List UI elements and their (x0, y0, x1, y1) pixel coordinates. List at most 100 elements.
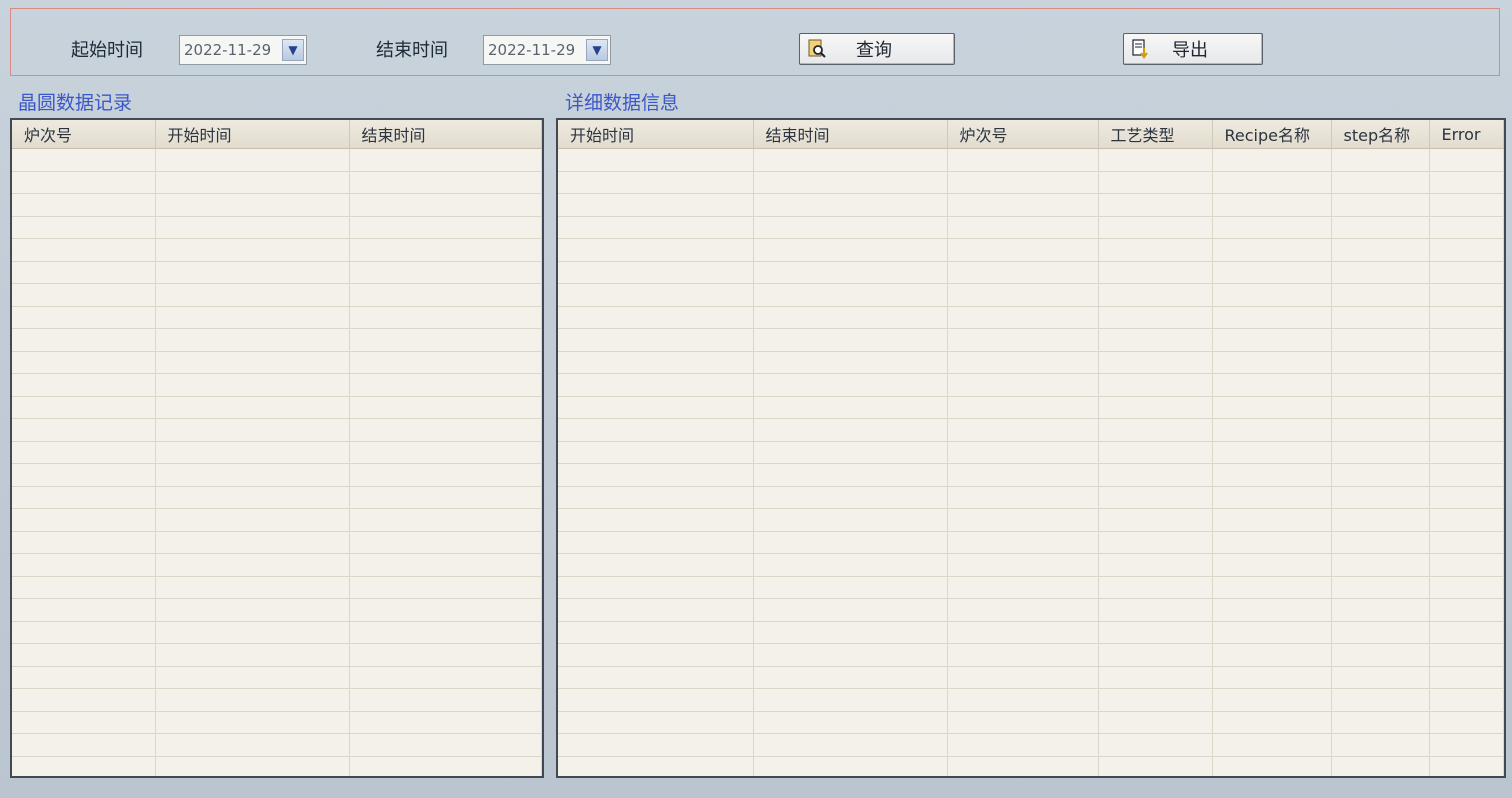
column-header-recipe-name[interactable]: Recipe名称 (1212, 120, 1332, 149)
table-cell[interactable] (1212, 553, 1332, 577)
table-cell[interactable] (12, 666, 156, 689)
table-cell[interactable] (1429, 756, 1504, 776)
table-row[interactable] (12, 261, 542, 284)
table-row[interactable] (12, 148, 542, 172)
table-cell[interactable] (12, 306, 156, 329)
table-cell[interactable] (155, 688, 350, 712)
table-cell[interactable] (349, 576, 542, 599)
table-cell[interactable] (1331, 306, 1430, 329)
table-cell[interactable] (1212, 328, 1332, 352)
table-cell[interactable] (349, 733, 542, 757)
table-row[interactable] (558, 486, 1504, 509)
table-cell[interactable] (753, 666, 948, 689)
table-cell[interactable] (947, 238, 1099, 262)
table-cell[interactable] (349, 171, 542, 194)
table-cell[interactable] (1331, 396, 1430, 419)
table-cell[interactable] (1331, 148, 1430, 172)
table-row[interactable] (12, 216, 542, 239)
table-cell[interactable] (1429, 711, 1504, 734)
table-row[interactable] (558, 463, 1504, 487)
table-row[interactable] (558, 216, 1504, 239)
table-cell[interactable] (155, 576, 350, 599)
table-cell[interactable] (12, 553, 156, 577)
table-cell[interactable] (947, 193, 1099, 217)
table-cell[interactable] (1098, 531, 1213, 554)
table-cell[interactable] (155, 508, 350, 532)
table-cell[interactable] (753, 711, 948, 734)
table-cell[interactable] (753, 216, 948, 239)
column-header-furnace-no[interactable]: 炉次号 (947, 120, 1099, 149)
table-row[interactable] (12, 508, 542, 532)
table-cell[interactable] (12, 733, 156, 757)
table-row[interactable] (558, 328, 1504, 352)
table-row[interactable] (558, 261, 1504, 284)
table-cell[interactable] (1331, 238, 1430, 262)
table-cell[interactable] (349, 238, 542, 262)
table-cell[interactable] (1429, 373, 1504, 397)
table-cell[interactable] (558, 328, 754, 352)
table-cell[interactable] (1212, 756, 1332, 776)
table-cell[interactable] (155, 216, 350, 239)
table-cell[interactable] (558, 396, 754, 419)
table-row[interactable] (558, 508, 1504, 532)
table-cell[interactable] (753, 238, 948, 262)
table-cell[interactable] (1212, 396, 1332, 419)
table-cell[interactable] (1331, 688, 1430, 712)
column-header-process-type[interactable]: 工艺类型 (1098, 120, 1213, 149)
table-cell[interactable] (1429, 148, 1504, 172)
table-cell[interactable] (1098, 261, 1213, 284)
table-row[interactable] (558, 711, 1504, 734)
table-cell[interactable] (1331, 666, 1430, 689)
table-cell[interactable] (1212, 688, 1332, 712)
column-header-error[interactable]: Error (1429, 120, 1504, 149)
start-date-picker[interactable]: 2022-11-29 ▼ (179, 35, 307, 65)
table-cell[interactable] (349, 553, 542, 577)
table-row[interactable] (558, 148, 1504, 172)
table-cell[interactable] (1212, 283, 1332, 307)
table-cell[interactable] (753, 351, 948, 374)
table-cell[interactable] (558, 553, 754, 577)
table-cell[interactable] (1429, 328, 1504, 352)
table-cell[interactable] (349, 193, 542, 217)
table-cell[interactable] (1212, 171, 1332, 194)
table-cell[interactable] (1212, 643, 1332, 667)
table-cell[interactable] (1212, 216, 1332, 239)
table-cell[interactable] (12, 351, 156, 374)
table-cell[interactable] (1429, 216, 1504, 239)
table-cell[interactable] (1429, 598, 1504, 622)
table-cell[interactable] (558, 418, 754, 442)
table-cell[interactable] (1212, 238, 1332, 262)
table-cell[interactable] (1098, 733, 1213, 757)
table-cell[interactable] (1212, 711, 1332, 734)
table-cell[interactable] (349, 216, 542, 239)
table-cell[interactable] (1429, 441, 1504, 464)
table-cell[interactable] (1212, 148, 1332, 172)
table-row[interactable] (12, 756, 542, 776)
table-row[interactable] (12, 576, 542, 599)
table-cell[interactable] (1098, 666, 1213, 689)
table-row[interactable] (558, 643, 1504, 667)
table-cell[interactable] (558, 711, 754, 734)
table-cell[interactable] (1098, 171, 1213, 194)
table-cell[interactable] (947, 756, 1099, 776)
table-cell[interactable] (558, 373, 754, 397)
table-row[interactable] (12, 306, 542, 329)
table-row[interactable] (558, 351, 1504, 374)
table-cell[interactable] (349, 486, 542, 509)
table-cell[interactable] (753, 148, 948, 172)
detail-info-grid[interactable]: 开始时间 结束时间 炉次号 工艺类型 Recipe名称 step名称 Error (556, 118, 1506, 778)
table-cell[interactable] (1429, 238, 1504, 262)
table-cell[interactable] (947, 216, 1099, 239)
table-cell[interactable] (558, 463, 754, 487)
table-cell[interactable] (1098, 373, 1213, 397)
table-row[interactable] (12, 666, 542, 689)
table-cell[interactable] (12, 711, 156, 734)
table-cell[interactable] (1098, 756, 1213, 776)
table-cell[interactable] (12, 373, 156, 397)
table-cell[interactable] (558, 441, 754, 464)
table-row[interactable] (558, 531, 1504, 554)
column-header-step-name[interactable]: step名称 (1331, 120, 1430, 149)
table-row[interactable] (558, 306, 1504, 329)
table-cell[interactable] (1098, 283, 1213, 307)
table-cell[interactable] (558, 216, 754, 239)
